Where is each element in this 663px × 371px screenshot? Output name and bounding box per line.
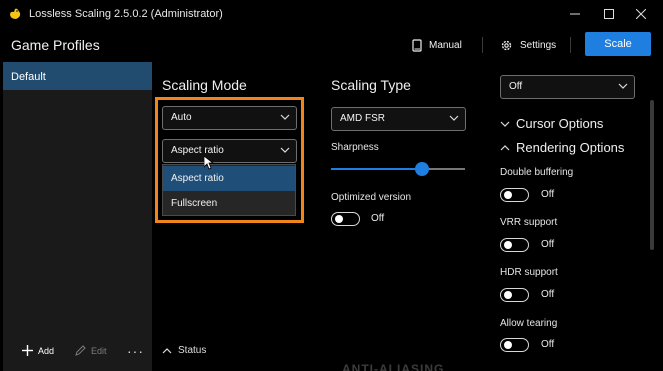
vrr-support-toggle[interactable] [500, 238, 529, 252]
page-title: Game Profiles [11, 37, 100, 53]
toggle-knob [504, 191, 512, 199]
chevron-up-icon [500, 144, 510, 150]
cursor-options-header[interactable]: Cursor Options [500, 116, 603, 131]
status-toggle[interactable]: Status [162, 345, 206, 356]
sharpness-slider-thumb[interactable] [415, 162, 430, 176]
highlight-box [155, 97, 304, 223]
optimized-version-toggle[interactable] [331, 212, 360, 226]
add-profile-button[interactable]: Add [22, 345, 54, 356]
app-icon [10, 8, 21, 19]
settings-button[interactable]: Settings [500, 35, 556, 55]
sharpness-label: Sharpness [331, 142, 379, 153]
plus-icon [22, 345, 33, 356]
rendering-options-header[interactable]: Rendering Options [500, 140, 624, 155]
allow-tearing-label: Allow tearing [500, 318, 558, 329]
edit-label: Edit [91, 345, 107, 356]
double-buffering-state: Off [541, 189, 555, 200]
frame-generation-dropdown[interactable]: Off [500, 75, 635, 99]
optimized-version-label: Optimized version [331, 192, 412, 203]
close-button[interactable] [626, 4, 656, 24]
scale-button[interactable]: Scale [585, 32, 651, 56]
book-icon [412, 38, 422, 52]
allow-tearing-state: Off [541, 339, 555, 350]
vrr-support-label: VRR support [500, 217, 558, 228]
toggle-knob [504, 341, 512, 349]
rendering-options-label: Rendering Options [516, 140, 625, 155]
header-divider [482, 37, 483, 53]
maximize-button[interactable] [594, 4, 624, 24]
window-title: Lossless Scaling 2.5.0.2 (Administrator) [29, 8, 223, 20]
scaling-type-dropdown[interactable]: AMD FSR [331, 107, 466, 131]
double-buffering-label: Double buffering [500, 167, 574, 178]
toggle-knob [504, 241, 512, 249]
manual-label: Manual [429, 39, 462, 51]
settings-label: Settings [520, 39, 557, 51]
background-overlay-text: ANTI-ALIASING [342, 362, 445, 371]
minimize-icon [570, 13, 580, 15]
mouse-cursor-icon [204, 156, 214, 170]
double-buffering-toggle[interactable] [500, 188, 529, 202]
maximize-icon [604, 9, 614, 19]
header-divider [570, 37, 571, 53]
toggle-knob [335, 215, 343, 223]
chevron-down-icon [618, 83, 628, 89]
add-label: Add [38, 345, 55, 356]
profiles-sidebar: Default Add Edit ··· [3, 62, 152, 371]
more-options-button[interactable]: ··· [127, 343, 144, 359]
title-bar: Lossless Scaling 2.5.0.2 (Administrator) [0, 0, 663, 28]
chevron-down-icon [449, 115, 459, 121]
pencil-icon [75, 345, 86, 356]
manual-button[interactable]: Manual [412, 35, 462, 55]
sharpness-slider-track[interactable] [331, 168, 465, 170]
cursor-options-label: Cursor Options [516, 116, 604, 131]
gear-icon [501, 40, 512, 50]
scrollbar[interactable] [650, 100, 654, 250]
scaling-mode-title: Scaling Mode [162, 77, 247, 93]
hdr-support-state: Off [541, 289, 555, 300]
edit-profile-button[interactable]: Edit [75, 345, 107, 356]
toggle-knob [504, 291, 512, 299]
sharpness-slider-fill [331, 168, 423, 170]
chevron-down-icon [500, 121, 510, 127]
scaling-type-value: AMD FSR [340, 113, 385, 124]
close-icon [636, 9, 646, 19]
scaling-type-title: Scaling Type [331, 77, 411, 93]
profile-item-default[interactable]: Default [3, 62, 152, 90]
minimize-button[interactable] [560, 4, 590, 24]
allow-tearing-toggle[interactable] [500, 338, 529, 352]
vrr-support-state: Off [541, 239, 555, 250]
hdr-support-toggle[interactable] [500, 288, 529, 302]
status-label: Status [178, 345, 207, 356]
frame-generation-value: Off [509, 81, 523, 92]
chevron-up-icon [162, 347, 172, 353]
hdr-support-label: HDR support [500, 267, 558, 278]
optimized-version-state: Off [371, 213, 385, 224]
